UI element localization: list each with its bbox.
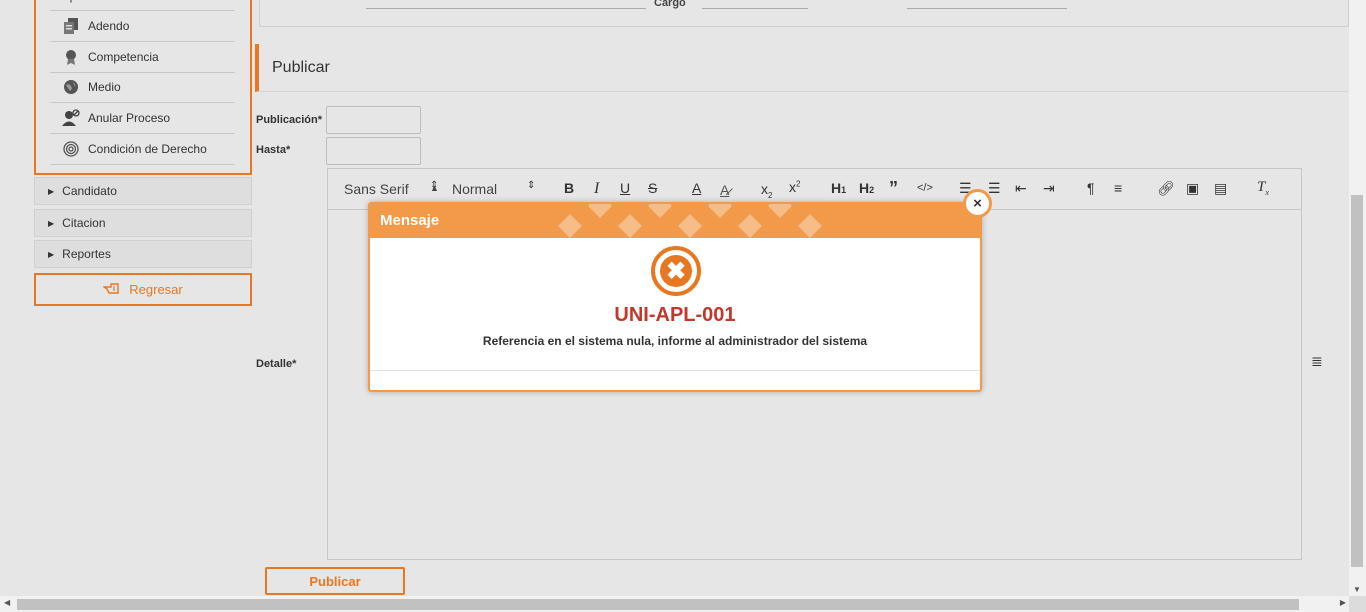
user-cancel-icon	[60, 109, 82, 127]
text-color-icon[interactable]: A	[692, 180, 701, 196]
sidebar-item-label: Competencia	[88, 50, 159, 64]
error-x-glyph: ✖	[660, 255, 692, 287]
partial-icon: ⚲	[60, 0, 82, 6]
sidebar-item-label: Condición de Derecho	[88, 142, 207, 156]
header-2-icon[interactable]: H2	[859, 180, 874, 196]
error-icon: ✖	[651, 246, 701, 296]
font-size-select[interactable]: Normal	[452, 181, 538, 197]
bold-icon[interactable]: B	[564, 180, 574, 196]
error-code: UNI-APL-001	[614, 304, 736, 326]
menu-lines-icon[interactable]: ≣	[1311, 353, 1323, 370]
underline-icon[interactable]: U	[620, 180, 630, 196]
accordion-candidato[interactable]: ▶ Candidato	[34, 177, 252, 205]
publicacion-label: Publicación*	[256, 114, 323, 126]
indent-increase-icon[interactable]: ⇥	[1043, 180, 1055, 197]
indent-decrease-icon[interactable]: ⇤	[1015, 180, 1027, 197]
accordion-label: Reportes	[62, 247, 111, 261]
hasta-label: Hasta*	[256, 144, 291, 156]
caret-right-icon: ▶	[48, 218, 55, 228]
bullet-list-icon[interactable]: ☰	[988, 180, 1001, 197]
horizontal-scroll-thumb[interactable]	[17, 599, 1299, 610]
ribbon-award-icon	[60, 48, 82, 66]
modal-header: Mensaje	[370, 204, 980, 238]
sidebar-item-label: Adendo	[88, 19, 130, 33]
clean-format-icon[interactable]: Tx	[1257, 179, 1269, 197]
error-message: Referencia en el sistema nula, informe a…	[482, 334, 868, 348]
publicacion-input[interactable]	[326, 106, 421, 134]
italic-icon[interactable]: I	[594, 180, 599, 198]
sidebar-item-adendo[interactable]: Adendo	[50, 11, 235, 42]
caret-right-icon: ▶	[48, 249, 55, 259]
font-family-select[interactable]: Sans Serif ▲	[344, 181, 440, 197]
caret-right-icon: ▶	[48, 186, 55, 196]
section-title: Publicar	[272, 58, 330, 76]
select-arrows-icon: ⇕	[527, 180, 536, 191]
sidebar-item-condicion-derecho[interactable]: Condición de Derecho	[50, 134, 235, 165]
code-block-icon[interactable]: </>	[917, 182, 933, 194]
regresar-label: Regresar	[129, 282, 183, 297]
publicar-button-label: Publicar	[309, 573, 361, 589]
scroll-left-arrow-icon[interactable]: ◀	[4, 598, 10, 607]
detalle-label: Detalle*	[256, 358, 297, 370]
accordion-citacion[interactable]: ▶ Citacion	[34, 209, 252, 237]
document-stack-icon	[60, 17, 82, 35]
cargo-label: Cargo	[654, 0, 686, 9]
message-modal: Mensaje ✖ UNI-APL-001 Referencia en el s…	[368, 202, 982, 392]
font-family-value: Sans Serif	[344, 181, 409, 197]
scroll-down-arrow-icon[interactable]: ▼	[1353, 585, 1361, 594]
header-1-icon[interactable]: H1	[831, 180, 846, 196]
regresar-button[interactable]: Regresar	[34, 273, 252, 306]
hasta-input[interactable]	[326, 137, 421, 165]
link-icon[interactable]: 🔗︎	[1157, 180, 1175, 197]
back-hand-icon	[101, 281, 121, 298]
close-icon: ×	[973, 195, 982, 212]
superscript-icon[interactable]: x2	[789, 179, 800, 195]
cargo-field-line[interactable]	[702, 8, 808, 9]
blockquote-icon[interactable]: ”	[889, 178, 898, 199]
fingerprint-icon	[60, 140, 82, 158]
publicar-section-header: Publicar	[255, 44, 1350, 92]
accordion-label: Candidato	[62, 184, 117, 198]
sidebar-item-partial[interactable]: ⚲	[50, 0, 235, 11]
globe-icon	[60, 78, 82, 96]
scrollbar-corner	[1349, 596, 1366, 612]
align-icon[interactable]: ≡	[1114, 180, 1122, 196]
accordion-reportes[interactable]: ▶ Reportes	[34, 240, 252, 268]
accordion-label: Citacion	[62, 216, 106, 230]
top-field-line	[366, 8, 646, 9]
sidebar-item-medio[interactable]: Medio	[50, 72, 235, 103]
publicar-button[interactable]: Publicar	[265, 567, 405, 595]
sidebar-item-competencia[interactable]: Competencia	[50, 42, 235, 73]
scroll-right-arrow-icon[interactable]: ▶	[1340, 598, 1346, 607]
select-arrows-icon: ⇕	[430, 180, 439, 191]
vertical-scrollbar[interactable]: ▼	[1349, 0, 1366, 596]
horizontal-scrollbar[interactable]: ◀ ▶	[0, 596, 1366, 612]
modal-footer-divider	[370, 370, 980, 371]
subscript-icon[interactable]: x2	[761, 181, 772, 200]
modal-close-button[interactable]: ×	[963, 189, 992, 218]
header-pattern	[558, 204, 822, 238]
sidebar-item-label: Anular Proceso	[88, 111, 171, 125]
top-form-panel	[259, 0, 1349, 27]
video-icon[interactable]: ▤	[1214, 180, 1227, 197]
sidebar-item-label: Medio	[88, 80, 121, 94]
background-color-icon[interactable]: A̷	[720, 182, 729, 198]
top-field-line-right[interactable]	[907, 8, 1067, 9]
vertical-scroll-thumb[interactable]	[1351, 195, 1363, 567]
image-icon[interactable]: ▣	[1186, 180, 1199, 197]
font-size-value: Normal	[452, 181, 498, 197]
direction-rtl-icon[interactable]: ¶	[1087, 180, 1095, 196]
modal-title: Mensaje	[380, 212, 440, 229]
strike-icon[interactable]: S	[648, 180, 657, 196]
sidebar-item-anular-proceso[interactable]: Anular Proceso	[50, 103, 235, 134]
